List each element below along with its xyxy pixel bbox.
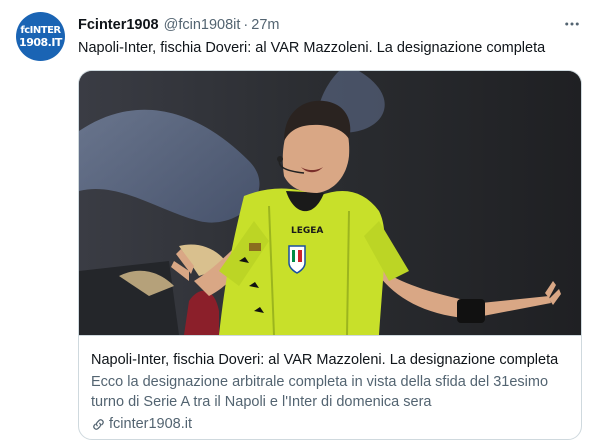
link-icon: [91, 417, 106, 432]
avatar-logo-text: fcINTER: [20, 24, 61, 36]
more-horizontal-icon: [565, 22, 579, 26]
separator-dot: ·: [243, 17, 249, 33]
card-body[interactable]: Napoli-Inter, fischia Doveri: al VAR Maz…: [79, 335, 581, 439]
tweet-header: Fcinter1908 @fcin1908it · 27m: [78, 15, 578, 35]
card-domain[interactable]: fcinter1908.it: [91, 414, 571, 434]
card-description: Ecco la designazione arbitrale completa …: [91, 374, 549, 410]
tweet[interactable]: fcINTER 1908.IT Fcinter1908 @fcin1908it …: [0, 0, 598, 445]
card-image[interactable]: LEGEA: [79, 71, 581, 335]
avatar[interactable]: fcINTER 1908.IT: [16, 12, 65, 61]
card-domain-text: fcinter1908.it: [109, 416, 193, 432]
shirt-brand-text: LEGEA: [291, 226, 323, 236]
more-icon[interactable]: [562, 14, 582, 34]
referee-photo: LEGEA: [79, 71, 581, 335]
tweet-text: Napoli-Inter, fischia Doveri: al VAR Maz…: [78, 40, 546, 56]
link-preview-card[interactable]: LEGEA Napoli-Inter, fischia Doveri: al V…: [78, 70, 582, 440]
card-title[interactable]: Napoli-Inter, fischia Doveri: al VAR Maz…: [91, 350, 571, 370]
user-handle[interactable]: @fcin1908it: [164, 17, 241, 33]
display-name[interactable]: Fcinter1908: [78, 17, 159, 33]
avatar-logo-text: 1908.IT: [19, 35, 62, 49]
tweet-timestamp[interactable]: 27m: [251, 17, 279, 33]
